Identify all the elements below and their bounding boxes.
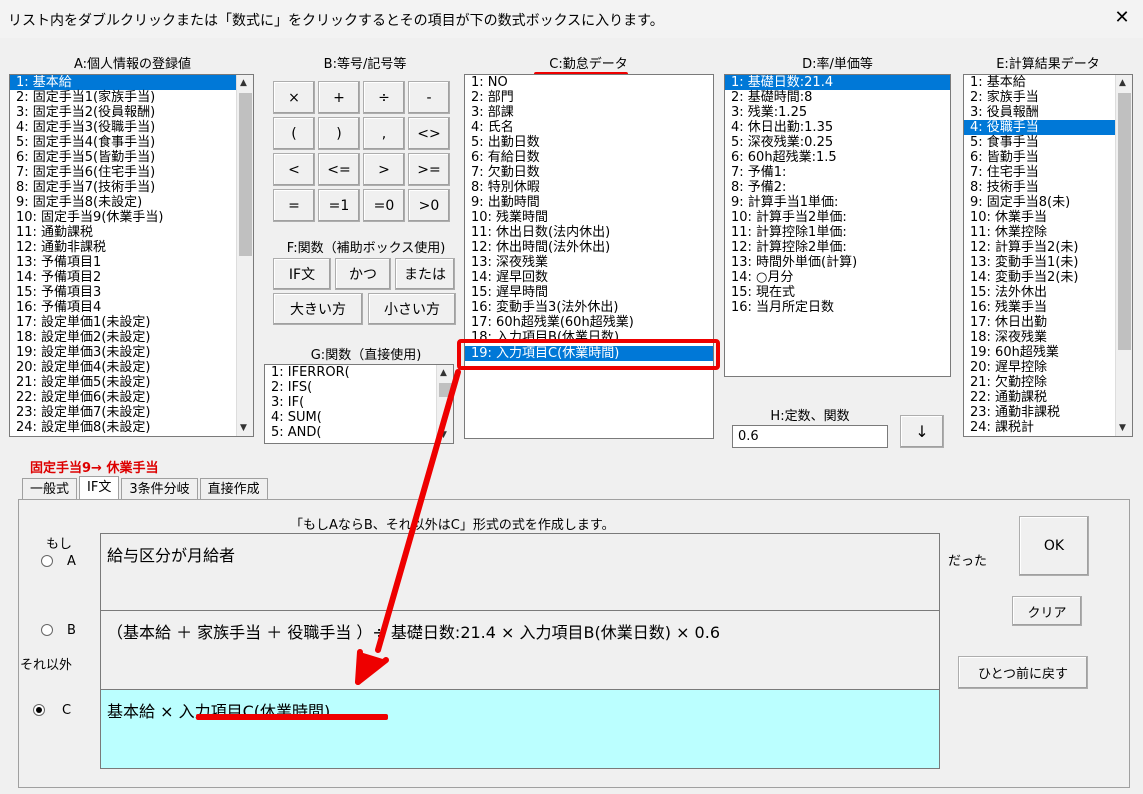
arrow-shaft xyxy=(375,369,461,653)
annotation-arrow xyxy=(355,369,461,685)
